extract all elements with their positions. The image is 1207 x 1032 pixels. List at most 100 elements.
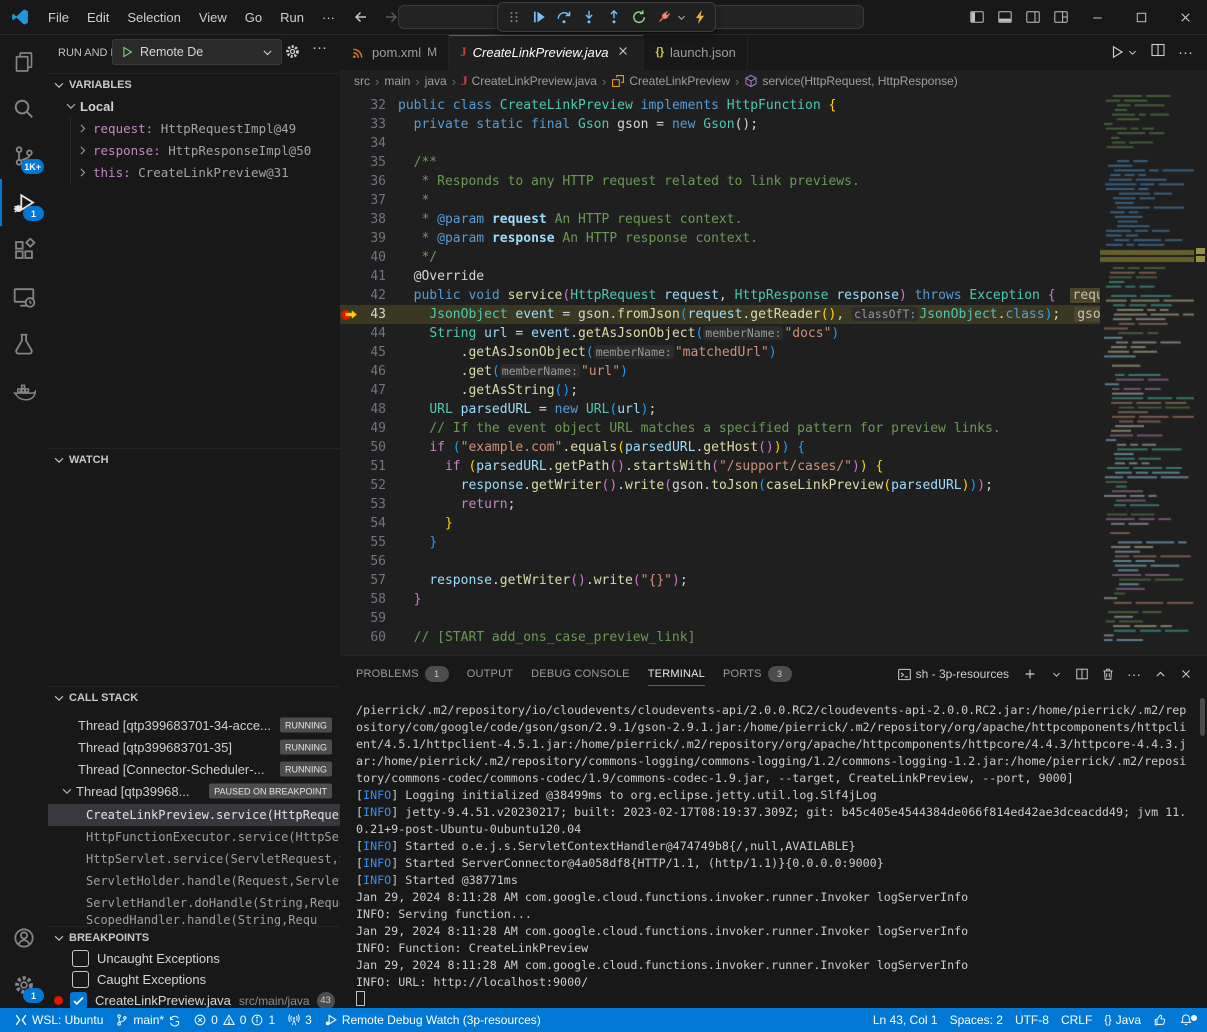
breadcrumb-item[interactable]: java [425, 74, 447, 88]
variable-this[interactable]: this: CreateLinkPreview@31 [48, 161, 340, 183]
tab-CreateLinkPreview.java[interactable]: JCreateLinkPreview.java [449, 34, 644, 70]
gutter-glyph[interactable] [340, 381, 360, 400]
activity-settings[interactable]: 1 [0, 961, 48, 1008]
close-panel-button[interactable] [1175, 663, 1197, 685]
gutter-glyph[interactable] [340, 476, 360, 495]
run-java-button[interactable] [1109, 44, 1138, 60]
gutter-glyph[interactable] [340, 514, 360, 533]
panel-tab-debug-console[interactable]: DEBUG CONSOLE [531, 656, 630, 692]
activity-extensions[interactable] [0, 226, 48, 273]
thread-row[interactable]: Thread [Connector-Scheduler-...RUNNING [48, 758, 340, 780]
forwarded-ports[interactable]: 3 [281, 1008, 318, 1032]
stack-frame[interactable]: CreateLinkPreview.service(HttpReques [48, 804, 340, 826]
layout-panel-button[interactable] [991, 0, 1019, 34]
menu-view[interactable]: View [190, 4, 236, 30]
menu-overflow[interactable]: ··· [313, 4, 344, 30]
thread-row-paused[interactable]: Thread [qtp39968...PAUSED ON BREAKPOINT [48, 780, 340, 802]
activity-explorer[interactable] [0, 38, 48, 85]
breadcrumb-item[interactable]: JCreateLinkPreview.java [461, 73, 597, 89]
layout-grid-button[interactable] [1047, 0, 1075, 34]
breakpoint-checkbox[interactable] [72, 950, 89, 967]
drag-handle-button[interactable] [501, 5, 526, 29]
code-editor[interactable]: 32public class CreateLinkPreview impleme… [340, 92, 1100, 659]
activity-run-debug[interactable]: 1 [0, 179, 48, 226]
gutter-glyph[interactable] [340, 495, 360, 514]
gutter-glyph[interactable] [340, 210, 360, 229]
layout-sidebar-right-button[interactable] [1019, 0, 1047, 34]
terminal-scrollbar[interactable] [1200, 698, 1205, 736]
stack-frame[interactable]: ServletHandler.doHandle(String,Reque [48, 892, 340, 914]
breakpoint-checkbox[interactable] [72, 971, 89, 988]
gutter-glyph[interactable] [340, 343, 360, 362]
split-terminal-button[interactable] [1071, 663, 1093, 685]
breadcrumb-item[interactable]: CreateLinkPreview [611, 74, 730, 88]
kill-terminal-button[interactable] [1097, 663, 1119, 685]
gutter-glyph[interactable] [340, 153, 360, 172]
notifications[interactable] [1173, 1013, 1199, 1027]
stack-frame[interactable]: HttpServlet.service(ServletRequest,S [48, 848, 340, 870]
gutter-glyph[interactable] [340, 609, 360, 628]
menu-go[interactable]: Go [236, 4, 271, 30]
sidebar-more-actions[interactable]: ··· [312, 39, 327, 56]
gutter-glyph[interactable] [340, 571, 360, 590]
menu-selection[interactable]: Selection [118, 4, 189, 30]
minimize-button[interactable] [1075, 0, 1119, 34]
section-call-stack[interactable]: CALL STACK [48, 686, 340, 709]
activity-accounts[interactable] [0, 914, 48, 961]
activity-search[interactable] [0, 85, 48, 132]
step-out-button[interactable] [601, 5, 626, 29]
breadcrumb-item[interactable]: service(HttpRequest, HttpResponse) [744, 74, 957, 88]
terminal[interactable]: /pierrick/.m2/repository/io/cloudevents/… [356, 702, 1194, 1006]
panel-tab-ports[interactable]: PORTS3 [723, 656, 792, 692]
variable-response[interactable]: response: HttpResponseImpl@50 [48, 139, 340, 161]
git-branch[interactable]: main* [109, 1008, 187, 1032]
gutter-glyph[interactable] [340, 191, 360, 210]
panel-more-actions[interactable]: ··· [1123, 663, 1145, 685]
breadcrumb-item[interactable]: main [384, 74, 410, 88]
gutter-glyph[interactable] [340, 628, 360, 647]
gutter-glyph[interactable] [340, 533, 360, 552]
list-item[interactable]: ScopedHandler.handle(String,Requ [48, 914, 340, 926]
tab-launch.json[interactable]: {}launch.json [644, 34, 747, 70]
gutter-glyph[interactable] [340, 305, 360, 324]
breakpoint-item[interactable]: Uncaught Exceptions [48, 948, 340, 969]
gutter-glyph[interactable] [340, 419, 360, 438]
gutter-glyph[interactable] [340, 134, 360, 153]
disconnect-button[interactable] [651, 5, 676, 29]
menu-file[interactable]: File [39, 4, 78, 30]
gutter-glyph[interactable] [340, 172, 360, 191]
gutter-glyph[interactable] [340, 229, 360, 248]
section-watch[interactable]: WATCH [48, 448, 340, 471]
hot-code-replace-button[interactable] [687, 5, 712, 29]
thread-row[interactable]: Thread [qtp399683701-35]RUNNING [48, 736, 340, 758]
activity-docker[interactable] [0, 367, 48, 414]
gutter-glyph[interactable] [340, 457, 360, 476]
activity-source-control[interactable]: 1K+ [0, 132, 48, 179]
go-back-button[interactable] [348, 4, 374, 30]
panel-tab-terminal[interactable]: TERMINAL [648, 656, 705, 692]
breakpoint-item[interactable]: Caught Exceptions [48, 969, 340, 990]
debug-session[interactable]: Remote Debug Watch (3p-resources) [318, 1008, 547, 1032]
maximize-panel-button[interactable] [1149, 663, 1171, 685]
continue-button[interactable] [526, 5, 551, 29]
language-mode[interactable]: {}Java [1098, 1013, 1147, 1027]
menu-run[interactable]: Run [271, 4, 313, 30]
terminal-profile-dropdown[interactable] [1045, 663, 1067, 685]
encoding[interactable]: UTF-8 [1009, 1013, 1055, 1027]
stack-frame[interactable]: ServletHolder.handle(Request,Servlet [48, 870, 340, 892]
stack-frame[interactable]: HttpFunctionExecutor.service(HttpSer [48, 826, 340, 848]
gutter-glyph[interactable] [340, 286, 360, 305]
overview-ruler[interactable] [1194, 92, 1207, 655]
gear-icon[interactable] [284, 43, 301, 60]
maximize-button[interactable] [1119, 0, 1163, 34]
gutter-glyph[interactable] [340, 400, 360, 419]
thread-row[interactable]: Thread [qtp399683701-34-acce...RUNNING [48, 714, 340, 736]
start-debug-icon[interactable] [120, 45, 134, 59]
list-item[interactable]: Local [48, 95, 340, 117]
close-button[interactable] [1163, 0, 1207, 34]
breadcrumb-item[interactable]: src [354, 74, 370, 88]
new-terminal-button[interactable] [1019, 663, 1041, 685]
gutter-glyph[interactable] [340, 267, 360, 286]
section-breakpoints[interactable]: BREAKPOINTS [48, 926, 340, 949]
minimap[interactable] [1100, 92, 1194, 655]
